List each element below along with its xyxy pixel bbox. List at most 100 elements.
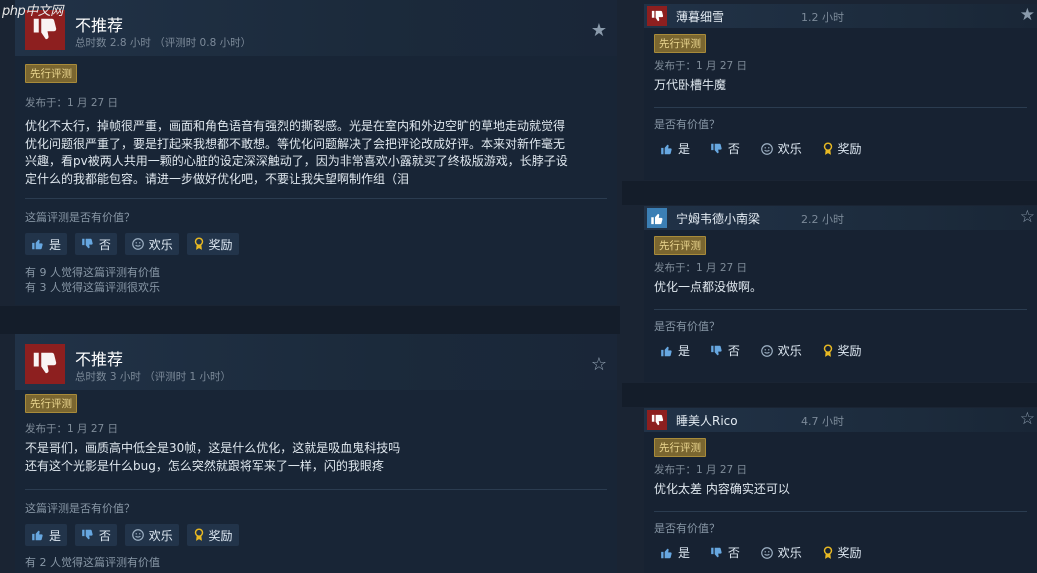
award-label: 奖励 bbox=[208, 237, 233, 252]
award-medal-icon bbox=[823, 343, 832, 357]
vote-yes-button[interactable]: 是 bbox=[654, 542, 696, 564]
helpful-question: 是否有价值？ bbox=[654, 117, 720, 131]
vote-yes-button[interactable]: 是 bbox=[25, 233, 68, 255]
star-outline-icon[interactable]: ☆ bbox=[1020, 409, 1035, 429]
star-icon[interactable]: ★ bbox=[1020, 5, 1035, 25]
vote-yes-button[interactable]: 是 bbox=[654, 138, 696, 160]
star-outline-icon[interactable]: ☆ bbox=[591, 354, 607, 375]
vote-funny-label: 欢乐 bbox=[777, 546, 802, 560]
award-button[interactable]: 奖励 bbox=[186, 233, 239, 255]
vote-funny-button[interactable]: 欢乐 bbox=[754, 340, 808, 362]
vote-no-button[interactable]: 否 bbox=[704, 138, 746, 160]
award-label: 奖励 bbox=[837, 142, 862, 156]
thumbs-up-icon bbox=[661, 144, 672, 154]
reviewer-name[interactable]: 睡美人Rico bbox=[676, 412, 738, 429]
vote-no-label: 否 bbox=[98, 528, 111, 543]
vote-no-label: 否 bbox=[727, 142, 740, 156]
review-line: 兴趣，看pv被两人共用一颗的心脏的设定深深触动了，因为非常喜欢小露就买了终极版游… bbox=[25, 154, 568, 168]
playtime-hours: 2.2 小时 bbox=[801, 213, 844, 226]
vote-no-label: 否 bbox=[727, 546, 740, 560]
vote-funny-label: 欢乐 bbox=[148, 237, 173, 252]
award-button[interactable]: 奖励 bbox=[816, 138, 868, 160]
funny-count: 有 3 人觉得这篇评测很欢乐 bbox=[25, 281, 160, 294]
card-separator bbox=[622, 181, 1037, 205]
review-body: 万代卧槽牛魔 bbox=[654, 78, 727, 92]
vote-funny-label: 欢乐 bbox=[777, 142, 802, 156]
early-access-badge: 先行评测 bbox=[654, 236, 706, 255]
compact-review-card: 薄暮细雪 1.2 小时 ★ 先行评测 发布于：1 月 27 日 万代卧槽牛魔 是… bbox=[644, 4, 1037, 180]
star-outline-icon[interactable]: ☆ bbox=[1020, 207, 1035, 227]
helpful-count: 有 9 人觉得这篇评测有价值 bbox=[25, 266, 160, 279]
award-button[interactable]: 奖励 bbox=[186, 524, 239, 546]
vote-no-button[interactable]: 否 bbox=[74, 233, 117, 255]
playtime-hours: 总时数 3 小时 （评测时 1 小时） bbox=[75, 371, 232, 383]
vote-funny-button[interactable]: 欢乐 bbox=[124, 233, 179, 255]
vote-no-button[interactable]: 否 bbox=[704, 340, 746, 362]
vote-no-label: 否 bbox=[727, 344, 740, 358]
compact-review-card: 宁姆韦德小南梁 2.2 小时 ☆ 先行评测 发布于：1 月 27 日 优化一点都… bbox=[644, 206, 1037, 382]
divider bbox=[25, 198, 607, 199]
divider bbox=[654, 510, 1027, 512]
award-label: 奖励 bbox=[837, 344, 862, 358]
thumbs-up-icon bbox=[661, 346, 672, 356]
playtime-hours: 1.2 小时 bbox=[801, 11, 844, 24]
helpful-question: 是否有价值？ bbox=[654, 521, 720, 535]
review-header: 不推荐 总时数 2.8 小时 （评测时 0.8 小时） ★ bbox=[15, 0, 617, 56]
vote-button-row: 是 否 欢乐 奖励 bbox=[654, 340, 1027, 362]
award-button[interactable]: 奖励 bbox=[816, 542, 868, 564]
reviewer-name[interactable]: 薄暮细雪 bbox=[676, 8, 724, 25]
thumbs-up-icon bbox=[32, 530, 43, 541]
vote-funny-label: 欢乐 bbox=[148, 528, 173, 543]
posted-date: 发布于：1 月 27 日 bbox=[654, 464, 748, 476]
reviewer-name[interactable]: 宁姆韦德小南梁 bbox=[676, 210, 760, 227]
vote-funny-button[interactable]: 欢乐 bbox=[754, 138, 808, 160]
compact-review-card: 睡美人Rico 4.7 小时 ☆ 先行评测 发布于：1 月 27 日 优化太差 … bbox=[644, 408, 1037, 573]
early-access-badge: 先行评测 bbox=[654, 34, 706, 53]
thumbs-down-icon bbox=[82, 529, 93, 540]
main-review-column: 不推荐 总时数 2.8 小时 （评测时 0.8 小时） ★ 先行评测 发布于：1… bbox=[0, 0, 620, 573]
divider bbox=[654, 106, 1027, 108]
review-line: 不是哥们，画质高中低全是30帧，这是什么优化，这就是吸血鬼科技吗 bbox=[25, 441, 401, 455]
smiley-icon bbox=[760, 546, 773, 559]
side-review-column: 薄暮细雪 1.2 小时 ★ 先行评测 发布于：1 月 27 日 万代卧槽牛魔 是… bbox=[622, 0, 1037, 573]
review-body: 优化太差 内容确实还可以 bbox=[654, 482, 790, 496]
thumbs-up-icon bbox=[661, 548, 672, 558]
award-button[interactable]: 奖励 bbox=[816, 340, 868, 362]
award-label: 奖励 bbox=[208, 528, 233, 543]
review-line: 还有这个光影是什么bug，怎么突然就跟将军来了一样，闪的我眼疼 bbox=[25, 458, 384, 473]
smiley-icon bbox=[760, 142, 773, 155]
vote-no-button[interactable]: 否 bbox=[704, 542, 746, 564]
review-verdict: 不推荐 bbox=[75, 350, 124, 369]
thumbs-down-icon bbox=[647, 410, 667, 430]
playtime-hours: 总时数 2.8 小时 （评测时 0.8 小时） bbox=[75, 37, 252, 49]
vote-no-button[interactable]: 否 bbox=[74, 524, 117, 546]
thumbs-down-icon bbox=[647, 6, 667, 26]
compact-review-header: 薄暮细雪 1.2 小时 ★ bbox=[644, 4, 1037, 28]
thumbs-down-icon bbox=[711, 345, 722, 355]
vote-yes-button[interactable]: 是 bbox=[654, 340, 696, 362]
helpful-question: 这篇评测是否有价值？ bbox=[25, 211, 135, 224]
vote-yes-label: 是 bbox=[678, 344, 691, 358]
review-line: 优化不太行，掉帧很严重，画面和角色语音有强烈的撕裂感。光是在室内和外边空旷的草地… bbox=[25, 119, 566, 133]
thumbs-up-icon bbox=[32, 239, 43, 250]
vote-funny-button[interactable]: 欢乐 bbox=[124, 524, 179, 546]
review-line: 优化问题很严重了，要是打起来我想都不敢想。等优化问题解决了会把评论改成好评。本来… bbox=[25, 136, 566, 151]
review-header: 不推荐 总时数 3 小时 （评测时 1 小时） ☆ bbox=[15, 334, 617, 390]
card-separator bbox=[622, 383, 1037, 407]
vote-no-label: 否 bbox=[98, 237, 111, 252]
review-card: 不推荐 总时数 3 小时 （评测时 1 小时） ☆ 先行评测 发布于：1 月 2… bbox=[15, 334, 617, 573]
posted-date: 发布于：1 月 27 日 bbox=[25, 97, 119, 109]
helpful-count: 有 2 人觉得这篇评测有价值 bbox=[25, 556, 160, 569]
vote-funny-button[interactable]: 欢乐 bbox=[754, 542, 808, 564]
helpful-question: 是否有价值？ bbox=[654, 319, 720, 333]
thumbs-down-icon bbox=[25, 344, 65, 384]
posted-date: 发布于：1 月 27 日 bbox=[654, 60, 748, 72]
vote-button-row: 是 否 欢乐 奖励 bbox=[25, 233, 607, 255]
review-body: 优化不太行，掉帧很严重，画面和角色语音有强烈的撕裂感。光是在室内和外边空旷的草地… bbox=[25, 118, 607, 188]
smiley-icon bbox=[131, 529, 144, 541]
star-icon[interactable]: ★ bbox=[591, 20, 607, 41]
steam-reviews-page: php中文网 不推荐 总时数 2.8 小时 （评测时 0.8 小时） ★ 先行评… bbox=[0, 0, 1037, 573]
vote-yes-button[interactable]: 是 bbox=[25, 524, 68, 546]
award-medal-icon bbox=[823, 545, 832, 559]
review-card: 不推荐 总时数 2.8 小时 （评测时 0.8 小时） ★ 先行评测 发布于：1… bbox=[15, 0, 617, 305]
